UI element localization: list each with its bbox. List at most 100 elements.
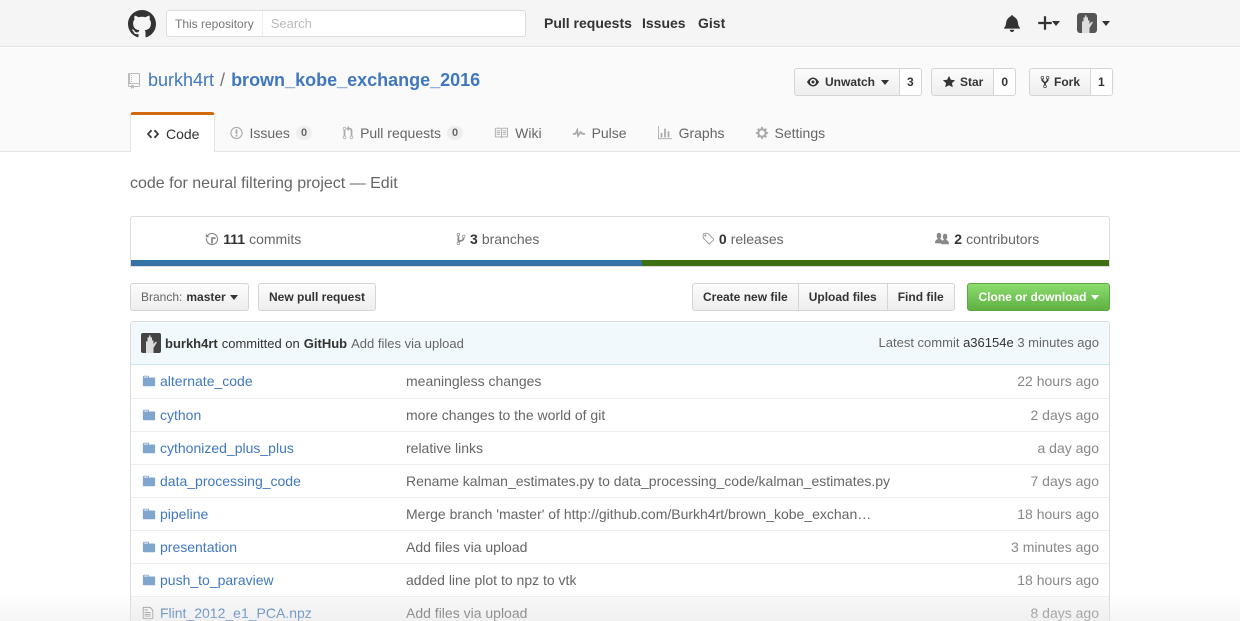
file-name-link[interactable]: push_to_paraview [160, 572, 274, 588]
organization-icon [935, 232, 950, 244]
contributors-link[interactable]: 2 contributors [865, 217, 1110, 260]
file-age: 18 hours ago [1017, 572, 1099, 588]
table-row: data_processing_code Rename kalman_estima… [131, 464, 1109, 497]
nav-issues[interactable]: Issues [642, 15, 686, 31]
commit-message-link[interactable]: Add files via upload [351, 336, 464, 351]
commit-age: 3 minutes ago [1017, 335, 1099, 350]
file-commit-message-link[interactable]: meaningless changes [406, 373, 541, 389]
stargazers-count[interactable]: 0 [994, 68, 1017, 96]
file-table: burkh4rt committed on GitHub Add files v… [130, 321, 1110, 621]
language-bar-segment[interactable] [641, 260, 1109, 266]
numbers-summary: 111 commits 3 branches 0 releases 2 cont… [130, 216, 1110, 267]
star-icon [942, 75, 956, 88]
tab-graphs[interactable]: Graphs [642, 112, 740, 153]
file-name-link[interactable]: data_processing_code [160, 473, 301, 489]
file-name-link[interactable]: presentation [160, 539, 237, 555]
file-name-link[interactable]: cython [160, 407, 201, 423]
commit-sha-link[interactable]: a36154e [963, 335, 1014, 350]
releases-count: 0 [718, 230, 727, 247]
language-bar-segment[interactable] [131, 260, 642, 266]
unwatch-label: Unwatch [825, 75, 876, 89]
commit-author[interactable]: burkh4rt [165, 336, 218, 351]
file-age: 2 days ago [1030, 407, 1100, 423]
language-bar[interactable] [131, 260, 1109, 266]
star-button[interactable]: Star [931, 68, 995, 96]
file-navigation-actions: Create new file Upload files Find file [692, 283, 955, 311]
tab-wiki[interactable]: Wiki [478, 112, 556, 153]
bell-icon[interactable] [1004, 14, 1020, 32]
file-name-link[interactable]: Flint_2012_e1_PCA.npz [160, 605, 312, 621]
contributors-label: contributors [966, 230, 1040, 247]
tab-code[interactable]: Code [130, 112, 216, 153]
branches-link[interactable]: 3 branches [376, 217, 621, 260]
watch-chevron-down-icon [881, 79, 890, 85]
watchers-count[interactable]: 3 [900, 68, 922, 96]
releases-label: releases [730, 230, 784, 247]
tab-pulse[interactable]: Pulse [557, 112, 642, 153]
tab-pull-requests[interactable]: Pull requests 0 [327, 112, 478, 153]
clone-or-download-button[interactable]: Clone or download [967, 283, 1110, 311]
repo-nav-tabs: Code Issues 0 Pull requests 0 Wiki Pulse… [130, 112, 840, 153]
search-box[interactable]: This repository [166, 10, 526, 37]
repo-title: burkh4rt / brown_kobe_exchange_2016 [128, 70, 480, 91]
folder-icon [142, 374, 156, 391]
pulse-icon [572, 126, 585, 138]
repo-name-link[interactable]: brown_kobe_exchange_2016 [231, 70, 480, 91]
folder-icon [142, 408, 156, 425]
history-icon [206, 232, 219, 245]
edit-description-link[interactable]: Edit [370, 175, 398, 192]
clone-or-download-label: Clone or download [978, 290, 1087, 304]
repo-owner-link[interactable]: burkh4rt [148, 70, 214, 91]
file-name-link[interactable]: cythonized_plus_plus [160, 440, 294, 456]
find-file-button[interactable]: Find file [886, 283, 955, 311]
branch-select-button[interactable]: Branch: master [130, 283, 249, 311]
fork-label: Fork [1054, 75, 1081, 89]
committer-avatar[interactable] [141, 333, 161, 353]
file-name-link[interactable]: pipeline [160, 506, 208, 522]
eye-icon [807, 77, 819, 87]
avatar-chevron-down-icon[interactable] [1102, 21, 1110, 26]
nav-pull-requests[interactable]: Pull requests [544, 15, 632, 31]
commit-committed-on: committed on [221, 335, 300, 351]
table-row: presentation Add files via upload 3 minute… [131, 530, 1109, 563]
file-commit-message-link[interactable]: Add files via upload [406, 539, 527, 555]
file-age: 3 minutes ago [1011, 539, 1099, 555]
tag-icon [702, 232, 715, 244]
file-commit-message-link[interactable]: relative links [406, 440, 483, 456]
tab-issues[interactable]: Issues 0 [215, 112, 327, 153]
forks-count[interactable]: 1 [1091, 68, 1113, 96]
file-commit-message-link[interactable]: added line plot to npz to vtk [406, 572, 576, 588]
latest-commit-info: Latest commit a36154e 3 minutes ago [879, 335, 1099, 350]
new-pull-request-button[interactable]: New pull request [258, 283, 377, 311]
unwatch-button[interactable]: Unwatch [794, 68, 901, 96]
releases-link[interactable]: 0 releases [620, 217, 865, 260]
issues-counter: 0 [295, 125, 313, 140]
file-age: 18 hours ago [1017, 506, 1099, 522]
plus-icon[interactable] [1037, 14, 1053, 32]
branches-label: branches [481, 230, 540, 247]
commits-link[interactable]: 111 commits [131, 217, 376, 260]
github-logo-icon[interactable] [128, 10, 156, 38]
file-commit-message-link[interactable]: Rename kalman_estimates.py to data_proce… [406, 473, 890, 489]
site-header: This repository Pull requests Issues Gis… [0, 0, 1240, 47]
file-commit-message-link[interactable]: Merge branch 'master' of http://github.c… [406, 506, 871, 522]
gear-icon [755, 126, 768, 139]
create-new-file-button[interactable]: Create new file [692, 283, 799, 311]
tab-pull-requests-label: Pull requests [360, 124, 441, 141]
file-name-link[interactable]: alternate_code [160, 373, 253, 389]
search-input[interactable] [262, 16, 513, 31]
file-commit-message-link[interactable]: more changes to the world of git [406, 407, 605, 423]
tab-code-label: Code [166, 125, 200, 142]
tab-settings[interactable]: Settings [740, 112, 841, 153]
star-control: Star 0 [931, 68, 1017, 96]
nav-gist[interactable]: Gist [698, 15, 725, 31]
repo-description-dash: — [345, 175, 371, 192]
avatar[interactable] [1077, 13, 1097, 33]
fork-button[interactable]: Fork [1029, 68, 1092, 96]
upload-files-button[interactable]: Upload files [797, 283, 888, 311]
file-commit-message-link[interactable]: Add files via upload [406, 605, 527, 621]
table-row: cython more changes to the world of git 2 … [131, 398, 1109, 431]
table-row: push_to_paraview added line plot to npz t… [131, 563, 1109, 596]
tab-wiki-label: Wiki [515, 124, 542, 141]
chevron-down-icon[interactable] [1052, 21, 1060, 26]
